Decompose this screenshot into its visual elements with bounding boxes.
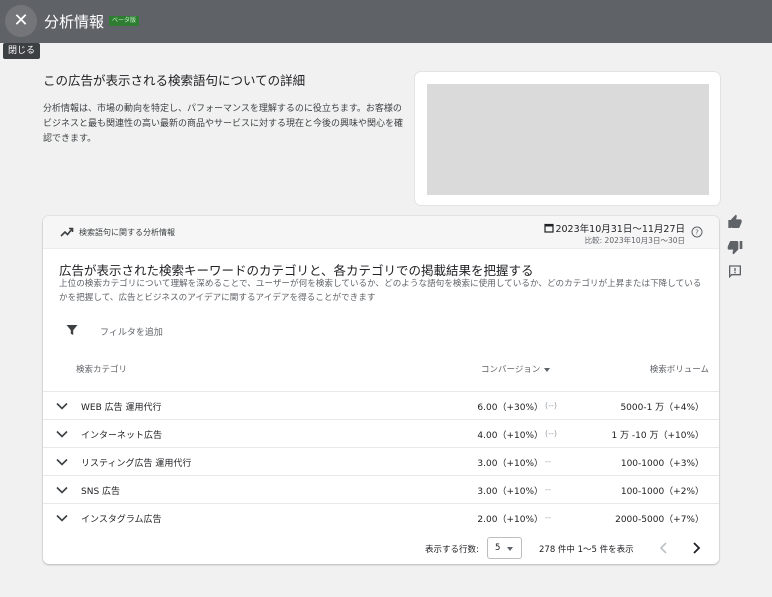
category-cell: リスティング広告 運用代行 — [81, 459, 192, 469]
category-table: WEB 広告 運用代行 6.00（+30%） (--) 5000-1 万（+4%… — [43, 391, 719, 531]
thumb-down-icon[interactable] — [727, 239, 743, 255]
category-cell: SNS 広告 — [81, 487, 121, 497]
category-cell: WEB 広告 運用代行 — [81, 403, 162, 413]
filter-input[interactable]: フィルタを追加 — [100, 325, 163, 338]
svg-text:?: ? — [695, 229, 699, 237]
detail-description: 分析情報は、市場の動向を特定し、パフォーマンスを理解するのに役立ちます。お客様の… — [43, 104, 404, 144]
chevron-down-icon[interactable] — [56, 458, 68, 466]
volume-cell: 100-1000（+3%） — [620, 459, 704, 469]
conversions-extra: -- — [545, 457, 551, 466]
card-header: 検索語句に関する分析情報 2023年10月31日～11月27日 比較: 2023… — [43, 216, 719, 249]
conversions-extra: -- — [545, 513, 551, 522]
detail-title: この広告が表示される検索語句についての詳細 — [43, 73, 306, 88]
rows-per-page-label: 表示する行数: — [425, 545, 479, 555]
conversions-cell: 6.00（+30%） — [477, 403, 543, 413]
table-row[interactable]: インスタグラム広告 2.00（+10%） -- 2000-5000（+7%） — [43, 503, 719, 531]
conversions-cell: 2.00（+10%） — [477, 515, 543, 525]
conversions-cell: 3.00（+10%） — [477, 487, 543, 497]
search-insights-card: 検索語句に関する分析情報 2023年10月31日～11月27日 比較: 2023… — [43, 216, 719, 564]
column-header-conversions[interactable]: コンバージョン — [481, 363, 551, 375]
conversions-extra: (--) — [545, 401, 558, 410]
column-header-category: 検索カテゴリ — [76, 365, 128, 375]
chevron-down-icon[interactable] — [56, 514, 68, 522]
previous-page-button[interactable] — [657, 541, 671, 555]
close-icon: ✕ — [13, 10, 29, 31]
table-row[interactable]: リスティング広告 運用代行 3.00（+10%） -- 100-1000（+3%… — [43, 447, 719, 475]
column-header-volume: 検索ボリューム — [649, 365, 709, 375]
table-row[interactable]: WEB 広告 運用代行 6.00（+30%） (--) 5000-1 万（+4%… — [43, 391, 719, 419]
table-row[interactable]: インターネット広告 4.00（+10%） (--) 1 万 -10 万（+10%… — [43, 419, 719, 447]
table-row[interactable]: SNS 広告 3.00（+10%） -- 100-1000（+2%） — [43, 475, 719, 503]
date-range[interactable]: 2023年10月31日～11月27日 — [555, 221, 685, 235]
volume-cell: 5000-1 万（+4%） — [620, 403, 704, 413]
conversions-cell: 3.00（+10%） — [477, 459, 543, 469]
page-info: 278 件中 1～5 件を表示 — [539, 545, 634, 555]
ad-preview-placeholder — [427, 84, 709, 195]
conversions-cell: 4.00（+10%） — [477, 431, 543, 441]
rows-per-page-value: 5 — [495, 543, 501, 553]
help-icon[interactable]: ? — [691, 226, 703, 238]
chevron-down-icon[interactable] — [56, 430, 68, 438]
compare-range: 比較: 2023年10月3日～30日 — [584, 236, 685, 245]
feedback-icon[interactable] — [727, 264, 743, 280]
volume-cell: 1 万 -10 万（+10%） — [611, 431, 704, 441]
thumb-up-icon[interactable] — [727, 214, 743, 230]
dropdown-arrow-icon — [507, 547, 513, 551]
volume-cell: 100-1000（+2%） — [620, 487, 704, 497]
page-title: 分析情報 — [44, 13, 105, 31]
category-cell: インスタグラム広告 — [81, 515, 162, 525]
conversions-extra: -- — [545, 485, 551, 494]
chevron-down-icon[interactable] — [56, 402, 68, 410]
card-header-label: 検索語句に関する分析情報 — [79, 228, 175, 237]
beta-badge: ベータ版 — [109, 16, 140, 26]
conversions-extra: (--) — [545, 429, 558, 438]
column-header-conversions-label: コンバージョン — [481, 365, 541, 375]
chevron-down-icon[interactable] — [56, 486, 68, 494]
ad-preview-card — [415, 72, 720, 205]
section-description: 上位の検索カテゴリについて理解を深めることで、ユーザーが何を検索しているか、どの… — [59, 279, 702, 303]
close-button[interactable]: ✕ — [5, 5, 37, 37]
trending-up-icon — [60, 227, 74, 237]
rows-per-page-select[interactable]: 5 — [487, 537, 522, 559]
app-header: ✕ 分析情報 ベータ版 — [0, 0, 772, 43]
next-page-button[interactable] — [689, 541, 703, 555]
sort-desc-icon — [544, 367, 551, 372]
category-cell: インターネット広告 — [81, 431, 163, 441]
filter-icon[interactable] — [66, 324, 78, 336]
calendar-icon[interactable] — [544, 223, 554, 233]
volume-cell: 2000-5000（+7%） — [615, 515, 704, 525]
close-tooltip: 閉じる — [3, 43, 41, 59]
pagination: 表示する行数: 5 278 件中 1～5 件を表示 — [43, 532, 719, 564]
